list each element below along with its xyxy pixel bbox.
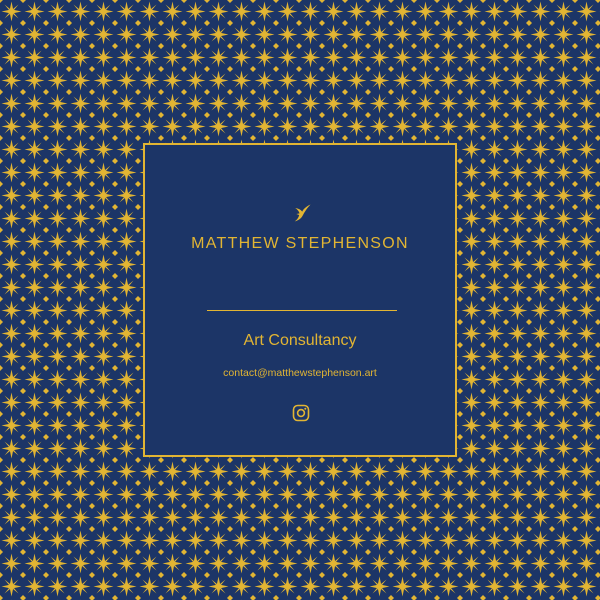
swallow-bird-icon: [294, 204, 311, 222]
info-card: MATTHEW STEPHENSON Art Consultancy conta…: [143, 143, 457, 457]
email-link[interactable]: contact@matthewstephenson.art: [145, 367, 455, 379]
brand-name: MATTHEW STEPHENSON: [191, 235, 409, 252]
page: MATTHEW STEPHENSON Art Consultancy conta…: [0, 0, 600, 600]
tagline: Art Consultancy: [243, 332, 357, 349]
instagram-icon[interactable]: [292, 404, 310, 422]
divider: [207, 310, 397, 311]
